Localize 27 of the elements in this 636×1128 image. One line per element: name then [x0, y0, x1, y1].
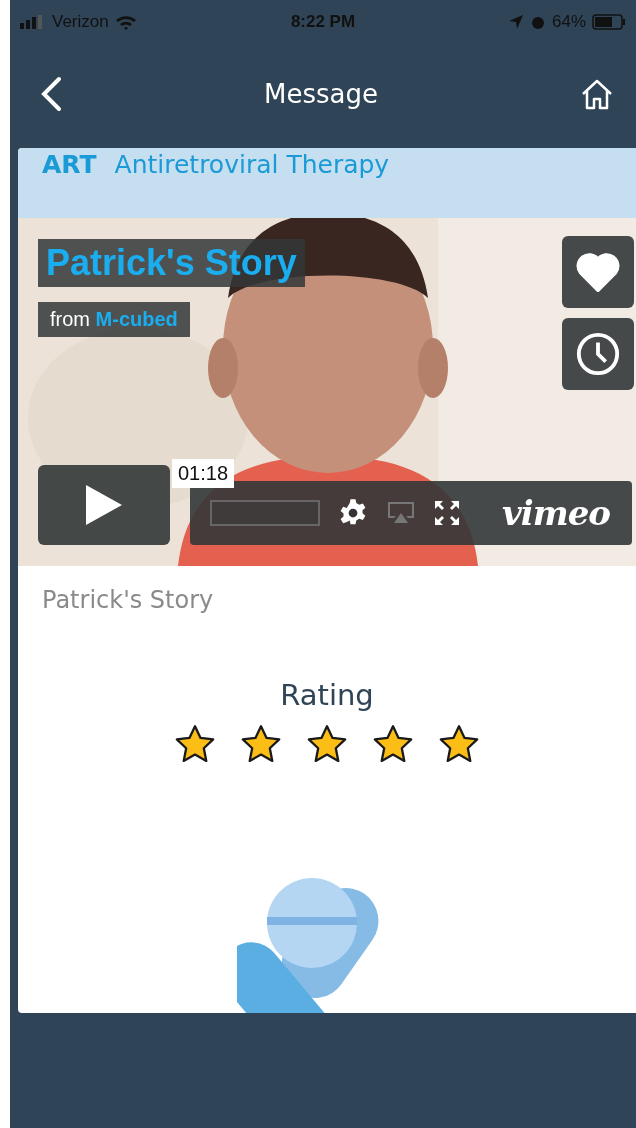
battery-percent: 64% — [551, 12, 586, 32]
fullscreen-icon[interactable] — [434, 500, 460, 526]
battery-icon — [592, 14, 626, 30]
play-button[interactable] — [38, 465, 170, 545]
heart-icon[interactable] — [576, 252, 620, 292]
category-title: Antiretroviral Therapy — [114, 150, 390, 179]
video-title[interactable]: Patrick's Story — [38, 239, 305, 287]
clock-icon[interactable] — [575, 331, 621, 377]
watch-later-button[interactable] — [562, 318, 634, 390]
airplay-icon[interactable] — [386, 500, 416, 526]
back-icon[interactable] — [40, 76, 62, 112]
screen-title: Message — [264, 79, 378, 109]
video-caption: Patrick's Story — [41, 585, 215, 614]
video-byline: from M-cubed — [38, 302, 190, 337]
home-icon[interactable] — [580, 78, 614, 110]
clock-time: 8:22 PM — [290, 12, 356, 32]
play-icon[interactable] — [84, 483, 124, 527]
carrier: Verizon — [52, 12, 109, 32]
progress-track[interactable] — [210, 500, 320, 526]
rating-label: Rating — [280, 678, 374, 712]
vimeo-logo[interactable]: vimeo — [502, 493, 610, 533]
alarm-icon — [529, 14, 546, 30]
category-tag: ART — [42, 150, 97, 179]
timecode-tooltip: 01:18 — [172, 459, 235, 488]
location-icon — [507, 14, 524, 30]
like-button[interactable] — [562, 236, 634, 308]
wifi-icon — [114, 14, 137, 30]
